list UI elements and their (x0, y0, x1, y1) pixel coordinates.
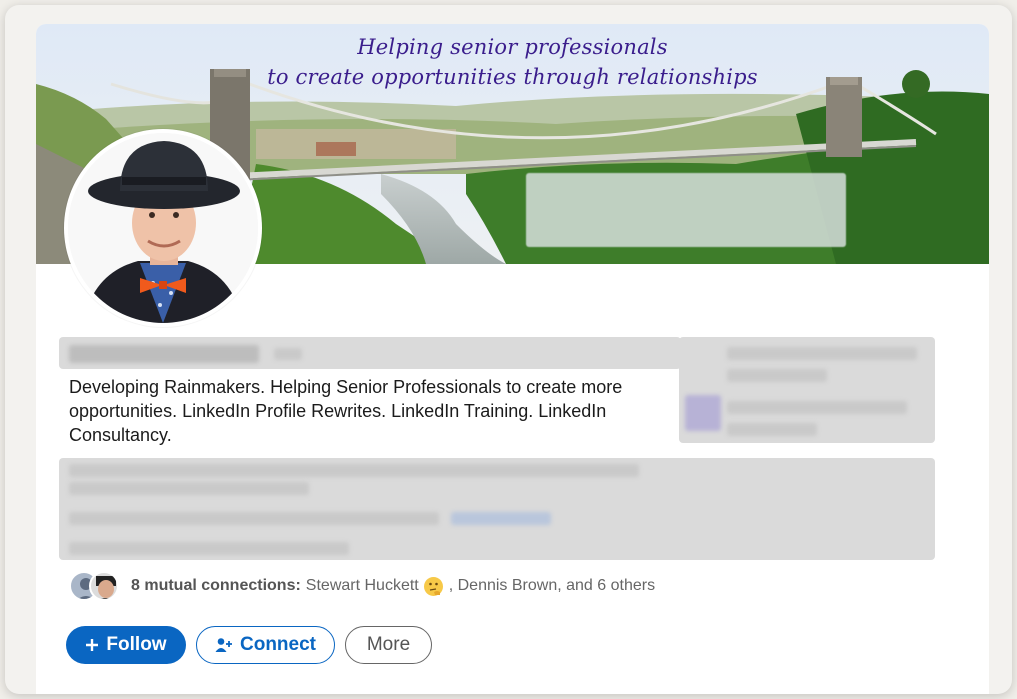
mutual-rest: , Dennis Brown, and 6 others (448, 577, 656, 594)
mutual-avatars (69, 569, 125, 603)
banner-redacted-text (526, 173, 846, 247)
thinking-face-emoji-icon (423, 576, 443, 596)
mutual-connections[interactable]: 8 mutual connections: Stewart Huckett , … (69, 569, 655, 603)
follow-button[interactable]: Follow (66, 626, 186, 664)
mutual-avatar-2 (89, 571, 119, 601)
tagline-line-2: to create opportunities through relation… (267, 65, 758, 89)
more-button[interactable]: More (345, 626, 432, 664)
more-label: More (366, 634, 411, 655)
mutual-first-name: Stewart Huckett (305, 577, 419, 594)
mutual-count: 8 mutual connections: (131, 577, 301, 594)
tagline-line-1: Helping senior professionals (357, 35, 668, 59)
profile-name-redacted (59, 337, 681, 369)
profile-actions: Follow Connect More (66, 626, 432, 664)
avatar-photo (68, 133, 258, 323)
connect-button[interactable]: Connect (196, 626, 335, 664)
profile-headline: Developing Rainmakers. Helping Senior Pr… (69, 373, 679, 449)
experience-panel-redacted (679, 337, 935, 443)
profile-avatar[interactable] (64, 129, 262, 327)
add-person-icon (215, 637, 233, 653)
connect-label: Connect (240, 634, 316, 655)
banner-tagline: Helping senior professionals to create o… (36, 32, 989, 92)
follow-label: Follow (106, 634, 167, 655)
profile-details-redacted (59, 458, 935, 560)
window-frame: Helping senior professionals to create o… (5, 5, 1012, 694)
profile-card: Helping senior professionals to create o… (36, 24, 989, 694)
plus-icon (85, 638, 99, 652)
